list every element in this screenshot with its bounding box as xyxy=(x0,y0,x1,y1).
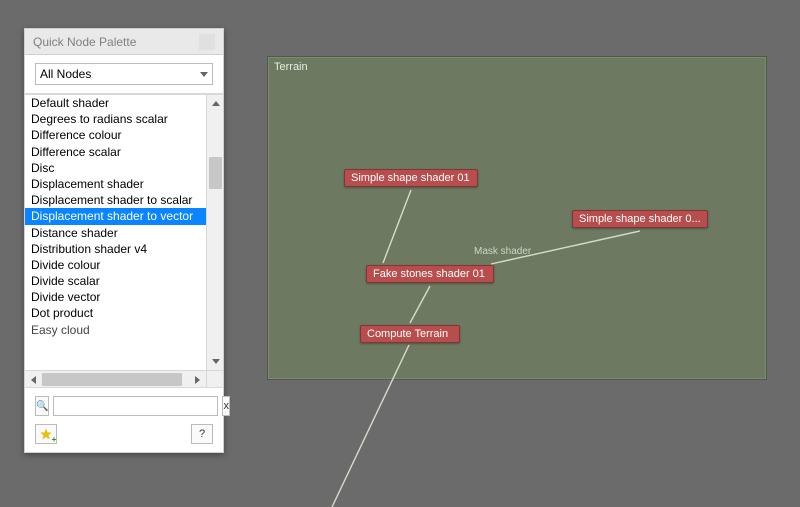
chevron-up-icon xyxy=(212,101,220,106)
panel-header: Quick Node Palette xyxy=(25,29,223,55)
node-simple-shape-1[interactable]: Simple shape shader 01 xyxy=(344,169,478,187)
terrain-graph[interactable]: Terrain Mask shader Simple shape shader … xyxy=(267,56,767,380)
search-icon: 🔍 xyxy=(36,401,48,412)
list-item[interactable]: Easy cloud xyxy=(25,322,206,338)
list-item[interactable]: Divide scalar xyxy=(25,273,206,289)
port-label-mask: Mask shader xyxy=(474,246,531,257)
vertical-scrollbar[interactable] xyxy=(206,95,223,370)
scroll-corner xyxy=(206,370,223,387)
node-label: Simple shape shader 0... xyxy=(579,213,701,225)
scroll-down-button[interactable] xyxy=(207,353,223,370)
list-item[interactable]: Disc xyxy=(25,160,206,176)
help-label: ? xyxy=(199,428,205,440)
node-list-wrap: Default shaderDegrees to radians scalarD… xyxy=(25,94,223,387)
node-simple-shape-2[interactable]: Simple shape shader 0... xyxy=(572,210,708,228)
search-toolbar: 🔍 x xyxy=(25,387,223,420)
node-label: Simple shape shader 01 xyxy=(351,172,470,184)
quick-node-palette: Quick Node Palette All Nodes Default sha… xyxy=(24,28,224,453)
clear-search-button[interactable]: x xyxy=(222,396,230,416)
node-label: Compute Terrain xyxy=(367,328,448,340)
list-item[interactable]: Degrees to radians scalar xyxy=(25,111,206,127)
list-item[interactable]: Distance shader xyxy=(25,225,206,241)
panel-close-button[interactable] xyxy=(199,34,215,50)
list-item[interactable]: Divide colour xyxy=(25,257,206,273)
list-item[interactable]: Displacement shader to scalar xyxy=(25,192,206,208)
list-item[interactable]: Default shader xyxy=(25,95,206,111)
chevron-down-icon xyxy=(200,72,208,77)
star-add-icon: ★ xyxy=(40,427,53,441)
list-item[interactable]: Distribution shader v4 xyxy=(25,241,206,257)
clear-label: x xyxy=(223,400,229,412)
scroll-right-button[interactable] xyxy=(189,371,206,387)
filter-dropdown-wrap: All Nodes xyxy=(25,55,223,94)
panel-title: Quick Node Palette xyxy=(33,29,136,55)
list-item[interactable]: Difference colour xyxy=(25,127,206,143)
scroll-thumb-vertical[interactable] xyxy=(209,157,222,189)
scroll-thumb-horizontal[interactable] xyxy=(42,373,182,386)
filter-selected: All Nodes xyxy=(40,67,91,81)
list-item[interactable]: Dot product xyxy=(25,305,206,321)
graph-title: Terrain xyxy=(274,61,308,73)
node-fake-stones[interactable]: Fake stones shader 01 xyxy=(366,265,494,283)
list-item[interactable]: Displacement shader to vector xyxy=(25,208,206,224)
scroll-up-button[interactable] xyxy=(207,95,223,112)
node-list[interactable]: Default shaderDegrees to radians scalarD… xyxy=(25,95,206,370)
filter-dropdown[interactable]: All Nodes xyxy=(35,63,213,85)
search-button[interactable]: 🔍 xyxy=(35,396,49,416)
list-item[interactable]: Difference scalar xyxy=(25,144,206,160)
chevron-right-icon xyxy=(195,376,200,384)
help-button[interactable]: ? xyxy=(191,424,213,444)
favorites-toolbar: ★ ? xyxy=(25,420,223,452)
list-item[interactable]: Divide vector xyxy=(25,289,206,305)
add-favorite-button[interactable]: ★ xyxy=(35,424,57,444)
horizontal-scrollbar[interactable] xyxy=(25,370,206,387)
scroll-left-button[interactable] xyxy=(25,371,42,387)
node-label: Fake stones shader 01 xyxy=(373,268,485,280)
list-item[interactable]: Displacement shader xyxy=(25,176,206,192)
node-compute-terrain[interactable]: Compute Terrain xyxy=(360,325,460,343)
chevron-left-icon xyxy=(31,376,36,384)
chevron-down-icon xyxy=(212,359,220,364)
search-input[interactable] xyxy=(53,396,218,416)
